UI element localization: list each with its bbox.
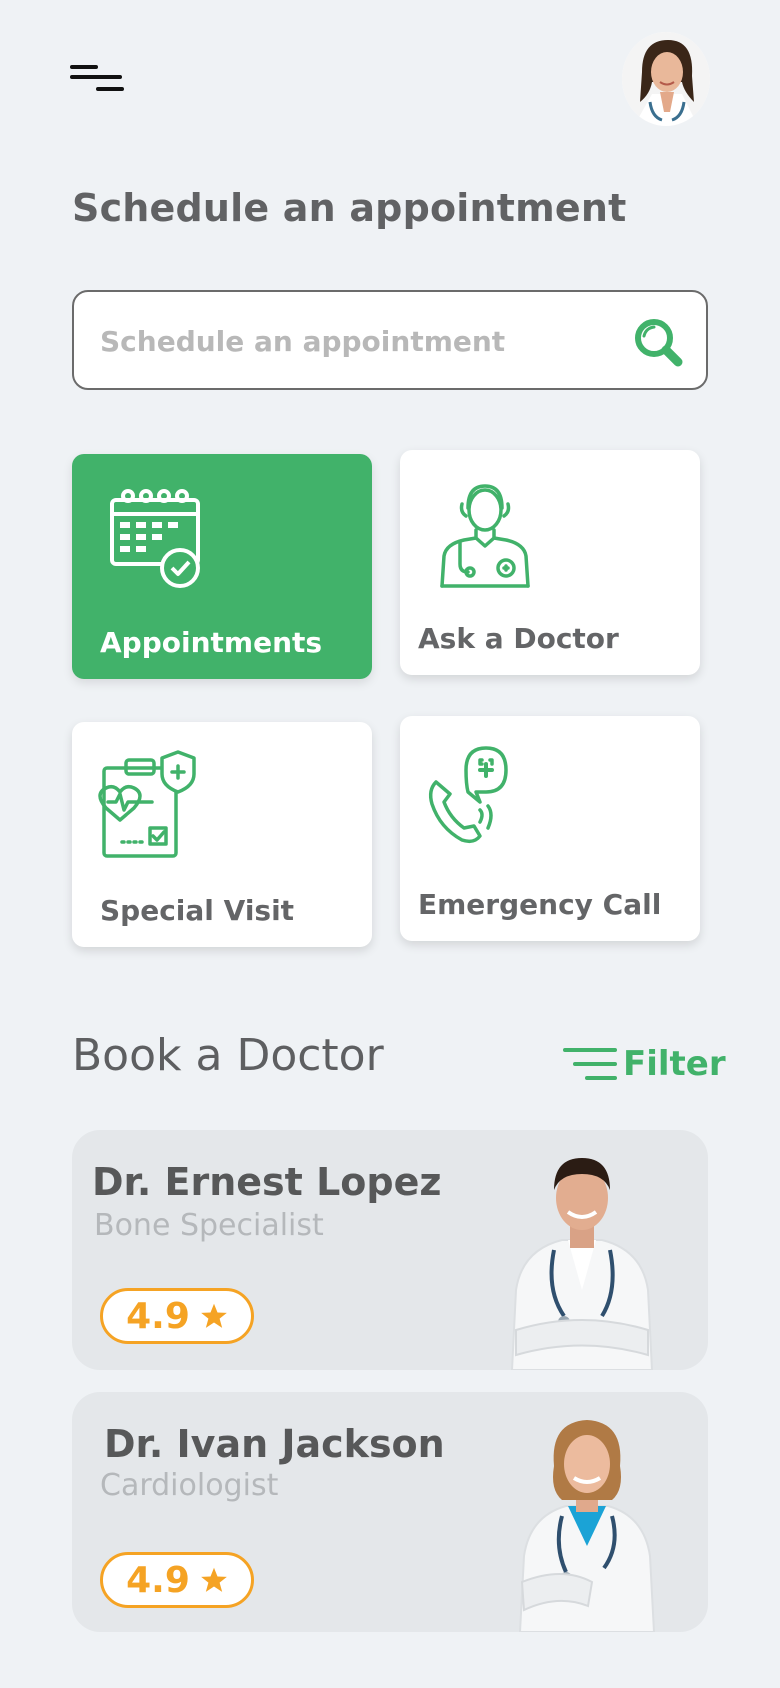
rating-value: 4.9: [126, 1559, 190, 1601]
rating-badge: 4.9: [100, 1552, 254, 1608]
filter-icon: [563, 1048, 617, 1080]
doctor-specialty: Bone Specialist: [94, 1208, 324, 1243]
doctor-specialty: Cardiologist: [100, 1468, 279, 1503]
rating-value: 4.9: [126, 1295, 190, 1337]
doctor-photo: [518, 1420, 656, 1632]
filter-button[interactable]: Filter: [563, 1040, 726, 1088]
tile-ask-a-doctor[interactable]: Ask a Doctor: [400, 450, 700, 675]
doctor-card[interactable]: Dr. Ernest Lopez Bone Specialist 4.9: [72, 1130, 708, 1370]
tile-appointments[interactable]: Appointments: [72, 454, 372, 679]
tile-label: Ask a Doctor: [418, 622, 619, 655]
filter-label: Filter: [623, 1044, 726, 1084]
doctor-name: Dr. Ernest Lopez: [92, 1160, 442, 1204]
tile-label: Emergency Call: [418, 888, 662, 921]
tile-emergency-call[interactable]: Emergency Call: [400, 716, 700, 941]
section-title: Book a Doctor: [72, 1030, 384, 1081]
emergency-phone-icon: [428, 746, 508, 844]
search-box: [72, 290, 708, 390]
star-icon: [201, 1303, 227, 1328]
search-icon[interactable]: [630, 314, 686, 370]
tile-label: Appointments: [100, 626, 323, 659]
menu-button[interactable]: [70, 60, 130, 100]
menu-icon: [70, 65, 124, 91]
clipboard-health-icon: [98, 750, 196, 858]
tile-label: Special Visit: [100, 894, 295, 927]
doctor-photo: [510, 1158, 654, 1370]
calendar-check-icon: [110, 489, 200, 588]
doctor-card[interactable]: Dr. Ivan Jackson Cardiologist 4.9: [72, 1392, 708, 1632]
user-avatar-image: [622, 32, 710, 126]
page-title: Schedule an appointment: [72, 186, 627, 230]
doctor-name: Dr. Ivan Jackson: [104, 1422, 445, 1466]
rating-badge: 4.9: [100, 1288, 254, 1344]
star-icon: [201, 1567, 227, 1592]
user-avatar[interactable]: [622, 32, 710, 126]
tile-special-visit[interactable]: Special Visit: [72, 722, 372, 947]
doctor-icon: [440, 484, 530, 588]
search-input[interactable]: [100, 318, 620, 364]
